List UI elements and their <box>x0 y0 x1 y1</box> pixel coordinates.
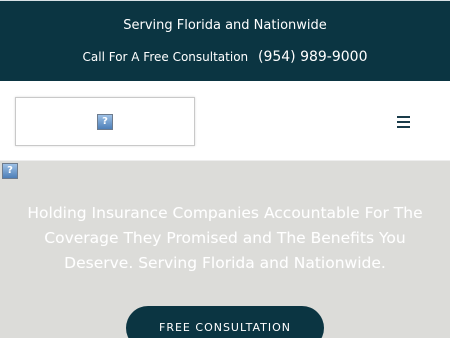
broken-image-icon: ? <box>97 113 113 130</box>
broken-image-icon: ? <box>2 163 18 179</box>
service-area-tagline: Serving Florida and Nationwide <box>123 18 327 33</box>
phone-link[interactable]: (954) 989-9000 <box>258 49 368 65</box>
site-header: ? <box>0 81 450 161</box>
hamburger-bar <box>397 126 410 128</box>
hamburger-bar <box>397 121 410 123</box>
consultation-line: Call For A Free Consultation (954) 989-9… <box>0 48 450 66</box>
site-logo[interactable]: ? <box>15 97 195 146</box>
hero-headline: Holding Insurance Companies Accountable … <box>27 204 423 272</box>
hamburger-menu-button[interactable] <box>397 116 413 130</box>
top-contact-bar: Serving Florida and Nationwide Call For … <box>0 0 450 81</box>
hamburger-menu-icon <box>397 116 410 118</box>
consultation-label: Call For A Free Consultation <box>82 50 249 64</box>
free-consultation-button[interactable]: FREE CONSULTATION <box>126 306 324 338</box>
